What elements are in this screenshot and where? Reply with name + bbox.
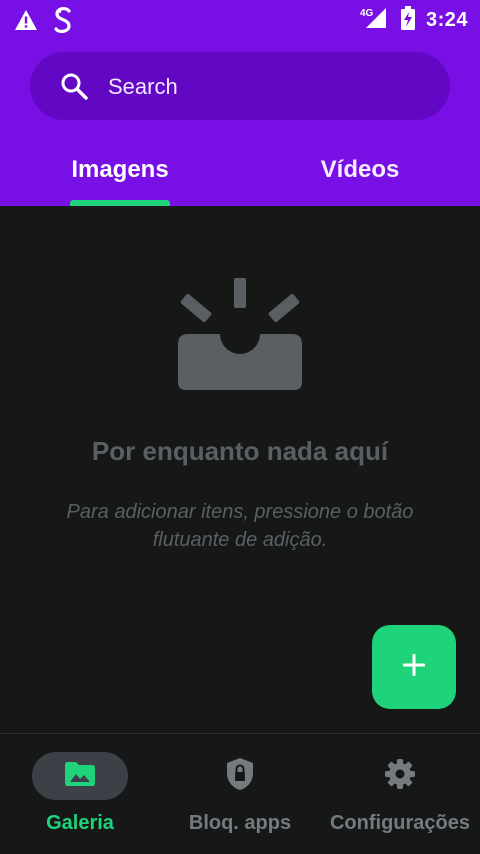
svg-text:4G: 4G bbox=[360, 8, 374, 19]
empty-inbox-icon bbox=[170, 276, 310, 394]
tab-indicator bbox=[70, 200, 170, 206]
nav-pill-configuracoes bbox=[352, 752, 448, 800]
tab-videos[interactable]: Vídeos bbox=[240, 148, 480, 206]
warning-icon bbox=[14, 9, 38, 36]
search-icon bbox=[60, 72, 88, 105]
nav-label-configuracoes: Configurações bbox=[329, 812, 471, 834]
tab-imagens-label: Imagens bbox=[71, 156, 169, 183]
nav-item-bloq-apps[interactable]: Bloq. apps bbox=[160, 734, 320, 854]
nav-active-pill bbox=[32, 752, 128, 800]
lock-shield-icon bbox=[225, 757, 255, 796]
tab-videos-label: Vídeos bbox=[320, 156, 400, 183]
add-button[interactable] bbox=[372, 625, 456, 709]
nav-item-configuracoes[interactable]: Configurações bbox=[320, 734, 480, 854]
bottom-navigation: Galeria Bloq. apps Configurações bbox=[0, 733, 480, 854]
nav-label-bloq-apps: Bloq. apps bbox=[188, 812, 292, 834]
signal-icon: 4G bbox=[360, 6, 390, 35]
search-input[interactable]: Search bbox=[108, 74, 178, 100]
status-time: 3:24 bbox=[425, 9, 468, 31]
image-folder-icon bbox=[64, 761, 96, 792]
search-bar[interactable]: Search bbox=[30, 52, 450, 120]
app-s-icon bbox=[52, 6, 74, 39]
nav-pill-bloq-apps bbox=[192, 752, 288, 800]
empty-state-title: Por enquanto nada aquí bbox=[91, 436, 389, 466]
status-bar: 4G 3:24 bbox=[0, 0, 480, 38]
battery-charging-icon bbox=[400, 6, 416, 35]
nav-item-galeria[interactable]: Galeria bbox=[0, 734, 160, 854]
empty-state-description: Para adicionar itens, pressione o botão … bbox=[66, 501, 414, 551]
gear-icon bbox=[384, 758, 416, 795]
plus-icon bbox=[402, 653, 426, 682]
tab-imagens[interactable]: Imagens bbox=[0, 148, 240, 206]
nav-label-galeria: Galeria bbox=[46, 812, 114, 834]
app-header: 4G 3:24 Search Imagens Vídeos bbox=[0, 0, 480, 206]
